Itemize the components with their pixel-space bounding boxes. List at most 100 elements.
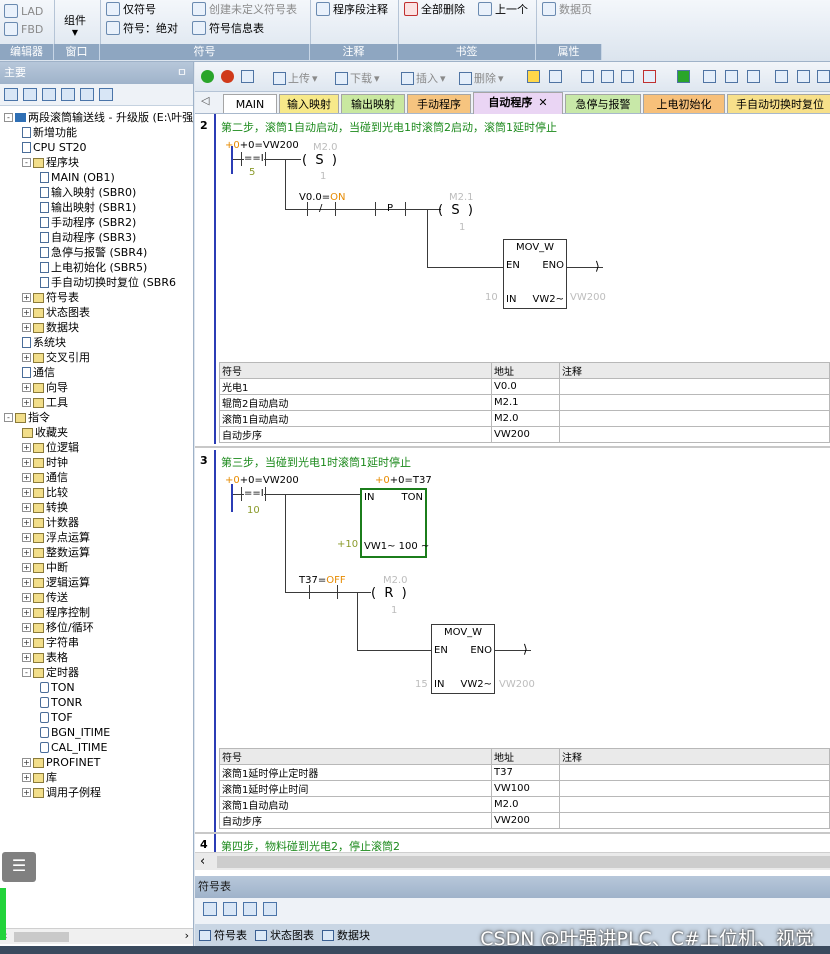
expand-icon[interactable]: + <box>22 443 31 452</box>
network-button[interactable] <box>581 70 594 83</box>
monitor-button[interactable] <box>527 70 540 83</box>
tree-item[interactable]: 收藏夹 <box>22 425 68 440</box>
tree-item[interactable]: + 数据块 <box>22 320 79 335</box>
expand-icon[interactable]: + <box>22 293 31 302</box>
expand-icon[interactable]: + <box>22 383 31 392</box>
coil[interactable]: ( S ) <box>438 203 473 218</box>
tree-item[interactable]: TONR <box>40 695 82 710</box>
scroll-right-icon[interactable]: › <box>185 929 189 942</box>
run-button[interactable] <box>201 70 214 83</box>
tree-item[interactable]: TOF <box>40 710 73 725</box>
tree-item[interactable]: - 两段滚筒输送线 - 升级版 (E:\叶强 <box>4 110 193 125</box>
view-icon[interactable] <box>23 88 37 101</box>
network-comment[interactable]: 第二步，滚筒1自动启动，当碰到光电1时滚筒2启动，滚筒1延时停止 <box>221 119 557 135</box>
tree-item[interactable]: + 交叉引用 <box>22 350 90 365</box>
expand-icon[interactable]: + <box>22 578 31 587</box>
tree-item[interactable]: + 工具 <box>22 395 68 410</box>
network-button[interactable] <box>643 70 656 83</box>
expand-icon[interactable]: + <box>22 533 31 542</box>
table-row[interactable]: 自动步序 VW200 <box>219 426 830 443</box>
tree-item[interactable]: + 时钟 <box>22 455 68 470</box>
expand-icon[interactable]: + <box>22 593 31 602</box>
tree-item[interactable]: 急停与报警 (SBR4) <box>40 245 147 260</box>
symbol-abs-button[interactable]: 符号：绝对 <box>106 19 178 37</box>
view-icon[interactable] <box>42 88 56 101</box>
insert-button[interactable]: 插入 ▾ <box>401 70 446 86</box>
tab-symbol-table[interactable]: 符号表 <box>199 927 247 943</box>
scroll-thumb[interactable] <box>14 932 69 942</box>
stop-button[interactable] <box>221 70 234 83</box>
delete-button[interactable]: 删除 ▾ <box>459 70 504 86</box>
tree-item[interactable]: + 库 <box>22 770 57 785</box>
tree-item[interactable]: + 程序控制 <box>22 605 90 620</box>
tree-item[interactable]: + 比较 <box>22 485 68 500</box>
network-comment[interactable]: 第四步，物料碰到光电2，停止滚筒2 <box>221 838 400 852</box>
collapse-icon[interactable]: - <box>22 668 31 677</box>
tab-program[interactable]: 急停与报警 <box>565 94 641 113</box>
tab-program[interactable]: 手自动切换时复位 <box>727 94 830 113</box>
scroll-thumb[interactable] <box>217 856 830 868</box>
editor-horizontal-scrollbar[interactable]: ‹ <box>195 852 830 870</box>
tree-item[interactable]: 上电初始化 (SBR5) <box>40 260 147 275</box>
collapse-icon[interactable]: - <box>22 158 31 167</box>
create-undefined-symbols-button[interactable]: 创建未定义符号表 <box>192 0 297 18</box>
mov-w-block[interactable]: MOV_W EN ENO IN VW2~ <box>431 624 495 694</box>
expand-icon[interactable]: + <box>22 608 31 617</box>
tab-program[interactable]: 输出映射 <box>341 94 405 113</box>
expand-icon[interactable]: + <box>22 458 31 467</box>
tree-item[interactable]: + 通信 <box>22 470 68 485</box>
table-row[interactable]: 滚筒1自动启动 M2.0 <box>219 410 830 427</box>
segment-comment-button[interactable]: 程序段注释 <box>316 0 388 18</box>
download-button[interactable]: 下载 ▾ <box>335 70 380 86</box>
tab-program[interactable]: 输入映射 <box>279 94 339 113</box>
coil[interactable]: ( R ) <box>371 586 407 601</box>
mov-w-block[interactable]: MOV_W EN ENO IN VW2~ <box>503 239 567 309</box>
network-button[interactable] <box>601 70 614 83</box>
expand-icon[interactable]: + <box>22 308 31 317</box>
expand-icon[interactable]: + <box>22 473 31 482</box>
network-comment[interactable]: 第三步，当碰到光电1时滚筒1延时停止 <box>221 454 411 470</box>
contact-type[interactable]: / <box>319 203 322 214</box>
tab-status-chart[interactable]: 状态图表 <box>255 927 314 943</box>
tree-item[interactable]: - 程序块 <box>22 155 79 170</box>
previous-bookmark-button[interactable]: 上一个 <box>478 0 528 18</box>
tree-item[interactable]: MAIN (OB1) <box>40 170 115 185</box>
tree-item[interactable]: BGN_ITIME <box>40 725 110 740</box>
tree-item[interactable]: - 定时器 <box>22 665 79 680</box>
tree-item[interactable]: 手自动切换时复位 (SBR6 <box>40 275 176 290</box>
upload-button[interactable]: 上传 ▾ <box>273 70 318 86</box>
tree-item[interactable]: + 浮点运算 <box>22 530 90 545</box>
expand-icon[interactable]: + <box>22 488 31 497</box>
table-row[interactable]: 滚筒1自动启动 M2.0 <box>219 796 830 813</box>
tree-item[interactable]: + 符号表 <box>22 290 79 305</box>
tab-program[interactable]: 手动程序 <box>407 94 471 113</box>
table-row[interactable]: 滚筒1延时停止时间 VW100 <box>219 780 830 797</box>
branch-button[interactable] <box>817 70 830 83</box>
lad-button[interactable]: LAD <box>4 2 43 20</box>
expand-icon[interactable]: + <box>22 518 31 527</box>
pin-icon[interactable]: ㅁ <box>177 62 187 84</box>
branch-button[interactable] <box>775 70 788 83</box>
branch-button[interactable] <box>797 70 810 83</box>
expand-icon[interactable]: + <box>22 323 31 332</box>
fbd-button[interactable]: FBD <box>4 20 43 38</box>
expand-icon[interactable]: + <box>22 503 31 512</box>
expand-icon[interactable]: + <box>22 788 31 797</box>
symbol-info-button[interactable]: 符号信息表 <box>192 19 264 37</box>
data-page-button[interactable]: 数据页 <box>542 0 592 18</box>
tree-item[interactable]: 输入映射 (SBR0) <box>40 185 136 200</box>
expand-icon[interactable]: + <box>22 623 31 632</box>
menu-float-icon[interactable]: ☰ <box>2 852 36 882</box>
tree-item[interactable]: 输出映射 (SBR1) <box>40 200 136 215</box>
view-icon[interactable] <box>61 88 75 101</box>
add-row-icon[interactable] <box>203 902 217 916</box>
expand-icon[interactable]: + <box>22 638 31 647</box>
expand-icon[interactable]: + <box>22 548 31 557</box>
collapse-icon[interactable]: - <box>4 113 13 122</box>
tree-item[interactable]: CAL_ITIME <box>40 740 107 755</box>
tab-program[interactable]: MAIN <box>223 94 277 113</box>
expand-icon[interactable]: + <box>22 398 31 407</box>
tree-item[interactable]: 通信 <box>22 365 55 380</box>
close-icon[interactable]: ✕ <box>538 96 547 109</box>
lock-button[interactable] <box>747 70 760 83</box>
